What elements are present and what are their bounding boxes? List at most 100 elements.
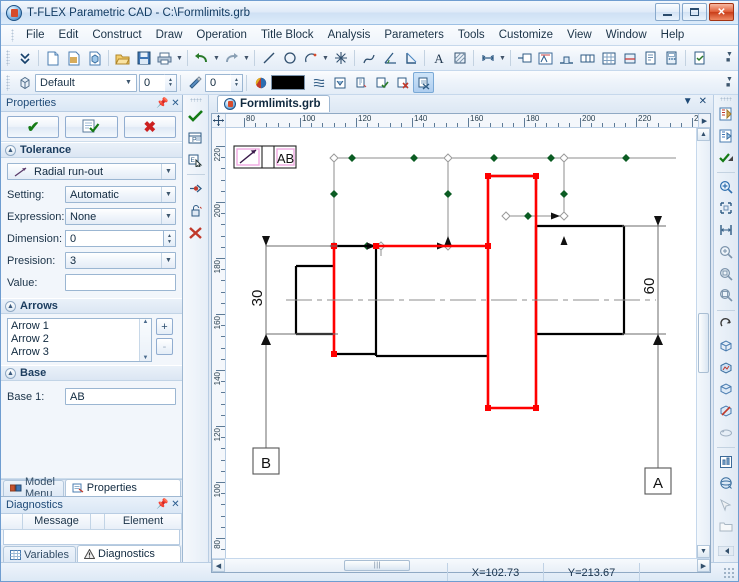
3d-sphere-icon[interactable] <box>716 473 737 494</box>
report-icon[interactable] <box>640 48 661 69</box>
render-icon[interactable] <box>716 357 737 378</box>
3d-rotate-icon[interactable] <box>716 422 737 443</box>
close-button[interactable]: ✕ <box>709 3 734 21</box>
level-spinner[interactable]: ▲▼ <box>165 74 177 92</box>
remove-arrow-button[interactable]: - <box>156 338 173 355</box>
vertical-ruler[interactable]: 22020018016014012010080 <box>212 128 226 558</box>
diagnostics-list[interactable] <box>3 530 180 546</box>
lock-icon[interactable] <box>185 200 206 221</box>
redo-dropdown[interactable]: ▼ <box>242 48 251 69</box>
tolerance-type-select[interactable]: Radial run-out ▼ <box>7 163 176 180</box>
layer-combo[interactable]: Default ▼ <box>35 74 137 92</box>
check-document-icon[interactable] <box>689 48 710 69</box>
vtoolbar-grip[interactable] <box>190 98 202 102</box>
rotate-icon[interactable] <box>716 314 737 335</box>
base1-input[interactable]: AB <box>65 388 176 405</box>
scroll-up-icon[interactable]: ▲ <box>143 319 149 325</box>
scroll-down-icon[interactable]: ▼ <box>143 355 149 361</box>
color-picker-icon[interactable] <box>250 72 271 93</box>
new-document-icon[interactable] <box>42 48 63 69</box>
diag-col-2[interactable] <box>91 514 105 529</box>
close-icon[interactable]: ✕ <box>169 499 182 510</box>
redo-icon[interactable] <box>221 48 242 69</box>
print-icon[interactable] <box>154 48 175 69</box>
print-dropdown[interactable]: ▼ <box>175 48 184 69</box>
dimension-icon[interactable] <box>477 48 498 69</box>
chevron-double-down-icon[interactable] <box>14 48 35 69</box>
ruler-origin-icon[interactable] <box>212 114 226 127</box>
dimension-dropdown[interactable]: ▼ <box>498 48 507 69</box>
menu-view[interactable]: View <box>560 27 599 43</box>
color-swatch[interactable] <box>271 75 305 90</box>
apply-arrow-icon[interactable] <box>716 147 737 168</box>
show-construction-icon[interactable] <box>716 104 737 125</box>
cad-drawing[interactable]: AB <box>226 128 696 558</box>
toolbar-overflow[interactable]: ▼■ <box>724 49 735 67</box>
priority-value[interactable]: 0 <box>205 74 231 92</box>
clear-properties-icon[interactable] <box>392 72 413 93</box>
chevron-up-icon[interactable]: ▲ <box>5 301 16 312</box>
3d-box-icon[interactable] <box>716 379 737 400</box>
props-toolbar-overflow[interactable]: ▼■ <box>724 74 735 92</box>
roughness-icon[interactable] <box>535 48 556 69</box>
pin-icon[interactable]: 📌 <box>156 98 169 109</box>
menu-window[interactable]: Window <box>599 27 654 43</box>
menu-parameters[interactable]: Parameters <box>377 27 450 43</box>
presision-select[interactable]: 3 ▼ <box>65 252 176 269</box>
menu-customize[interactable]: Customize <box>492 27 560 43</box>
dimension-spinner[interactable]: 0 ▲▼ <box>65 230 176 247</box>
zoom-region-icon[interactable] <box>716 263 737 284</box>
zoom-window-icon[interactable] <box>716 198 737 219</box>
add-arrow-button[interactable]: + <box>156 318 173 335</box>
close-icon[interactable]: ✕ <box>699 96 707 107</box>
menu-title-block[interactable]: Title Block <box>254 27 321 43</box>
zoom-previous-icon[interactable] <box>716 241 737 262</box>
3d-view-icon[interactable] <box>716 335 737 356</box>
3d-cut-icon[interactable] <box>716 401 737 422</box>
vscroll-track-bottom[interactable] <box>697 373 710 545</box>
section-tolerance-header[interactable]: ▲ Tolerance <box>1 142 182 158</box>
hatch-boundary-icon[interactable] <box>400 48 421 69</box>
check-icon[interactable] <box>185 105 206 126</box>
toolbar-grip[interactable] <box>6 50 10 66</box>
select-properties-icon[interactable] <box>413 72 434 93</box>
undo-dropdown[interactable]: ▼ <box>212 48 221 69</box>
zoom-all-icon[interactable] <box>716 285 737 306</box>
tolerance-frame-icon[interactable] <box>577 48 598 69</box>
calculator-icon[interactable] <box>661 48 682 69</box>
text-icon[interactable]: A <box>428 48 449 69</box>
section-icon[interactable] <box>619 48 640 69</box>
table-icon[interactable] <box>598 48 619 69</box>
scroll-down-icon[interactable]: ▼ <box>697 545 710 558</box>
priority-icon[interactable] <box>184 72 205 93</box>
scroll-up-icon[interactable]: ▲ <box>697 128 710 141</box>
node-connect-icon[interactable] <box>185 178 206 199</box>
leader-note-icon[interactable] <box>514 48 535 69</box>
parameters-icon[interactable]: P <box>185 127 206 148</box>
angle-dimension-icon[interactable] <box>379 48 400 69</box>
cancel-button[interactable]: ✖ <box>124 116 176 138</box>
canvas-vertical-scrollbar[interactable]: ▲ ▼ <box>696 128 710 558</box>
diag-col-0[interactable] <box>1 514 23 529</box>
zoom-fit-icon[interactable] <box>716 220 737 241</box>
document-tab[interactable]: Formlimits.grb <box>217 95 330 112</box>
node-icon[interactable] <box>330 48 351 69</box>
vscroll-track-top[interactable] <box>697 141 710 313</box>
select-element-icon[interactable]: E <box>185 149 206 170</box>
menu-draw[interactable]: Draw <box>149 27 190 43</box>
diag-col-element[interactable]: Element <box>105 514 182 529</box>
hatch-icon[interactable] <box>449 48 470 69</box>
menu-edit[interactable]: Edit <box>52 27 86 43</box>
level-value[interactable]: 0 <box>139 74 165 92</box>
undo-icon[interactable] <box>191 48 212 69</box>
folder-icon[interactable] <box>716 516 737 537</box>
arrows-listbox[interactable]: Arrow 1 Arrow 2 Arrow 3 ▲ ▼ <box>7 318 152 362</box>
path-icon[interactable] <box>358 48 379 69</box>
show-nodes-icon[interactable] <box>716 126 737 147</box>
3d-scene-icon[interactable] <box>716 451 737 472</box>
dimension-spin-buttons[interactable]: ▲▼ <box>163 230 176 247</box>
line-icon[interactable] <box>258 48 279 69</box>
save-icon[interactable] <box>133 48 154 69</box>
ok-button[interactable]: ✔ <box>7 116 59 138</box>
datum-icon[interactable] <box>556 48 577 69</box>
